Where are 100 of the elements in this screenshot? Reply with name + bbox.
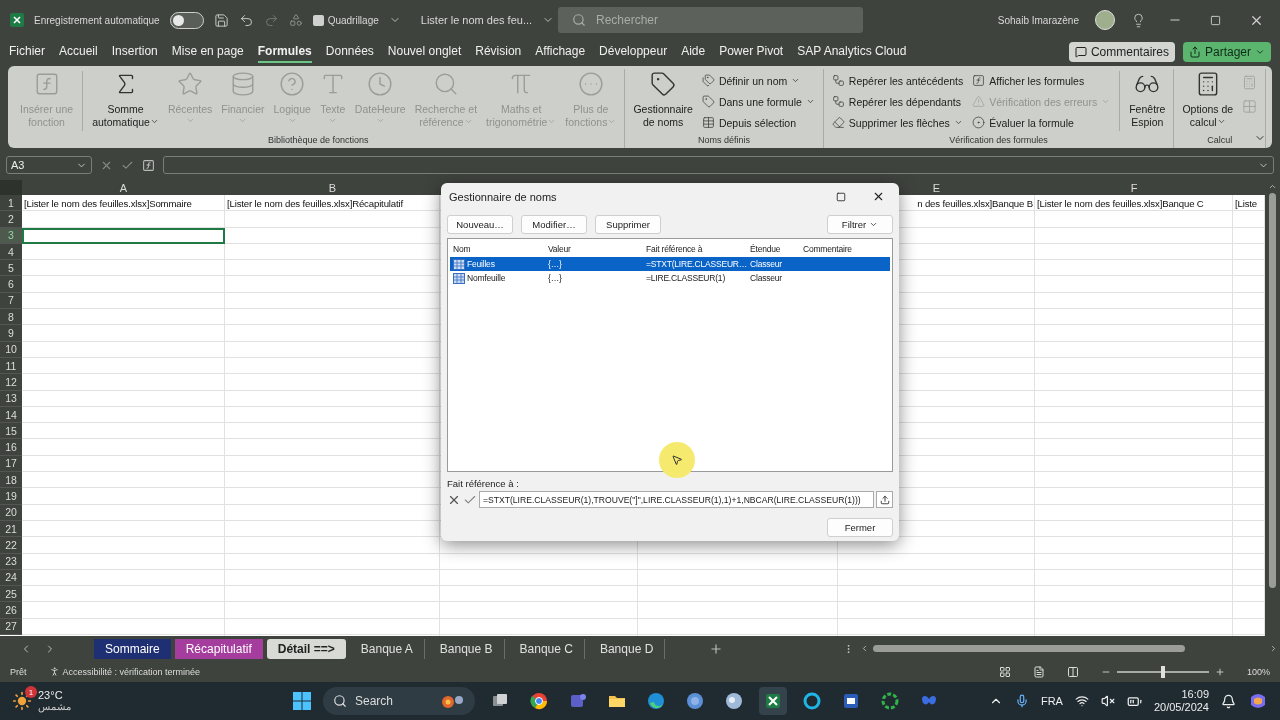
row-number[interactable]: 25: [0, 586, 22, 603]
row-number[interactable]: 15: [0, 423, 22, 440]
dialog-button[interactable]: Modifier…: [521, 215, 587, 234]
column-header[interactable]: E: [932, 181, 941, 194]
column-header[interactable]: Étendue: [747, 243, 781, 254]
row-number[interactable]: 22: [0, 537, 22, 554]
column-header[interactable]: F: [1130, 181, 1138, 194]
reference-field[interactable]: =STXT(LIRE.CLASSEUR(1),TROUVE("]",LIRE.CLASSEUR(1),1)+1,NBCAR(LIRE.CLASSEUR(1))): [479, 491, 874, 508]
ribbon-tab[interactable]: Mise en page: [171, 41, 244, 63]
ribbon-tab[interactable]: Formules: [257, 41, 312, 63]
close-dialog-button[interactable]: Fermer: [827, 518, 893, 537]
ribbon-button[interactable]: Somme automatique: [88, 69, 163, 131]
app-icon[interactable]: [685, 691, 705, 711]
windows-icon[interactable]: [292, 691, 312, 711]
column-header[interactable]: Nom: [450, 243, 471, 254]
accessibility-icon[interactable]: [48, 666, 60, 677]
ribbon-tab[interactable]: Données: [325, 41, 374, 63]
function-icon[interactable]: [142, 158, 155, 172]
bell-icon[interactable]: [1221, 693, 1236, 709]
normal-view-icon[interactable]: [998, 665, 1011, 678]
row-number[interactable]: 18: [0, 472, 22, 489]
taskbar-search[interactable]: Search: [323, 687, 475, 715]
zoom-thumb[interactable]: [1160, 665, 1165, 678]
column-header[interactable]: Commentaire: [800, 243, 852, 254]
sheet-tab[interactable]: Sommaire: [94, 638, 171, 659]
app-icon[interactable]: [724, 691, 744, 711]
collapse-dialog-button[interactable]: [876, 491, 893, 508]
selected-cell[interactable]: [22, 227, 225, 244]
share-button[interactable]: Partager: [1182, 42, 1271, 62]
row-number[interactable]: 8: [0, 309, 22, 326]
dialog-button[interactable]: Supprimer: [595, 215, 661, 234]
sheet-tab[interactable]: Banque B: [428, 638, 505, 659]
row-number[interactable]: 5: [0, 260, 22, 277]
ribbon-tab[interactable]: Insertion: [111, 41, 158, 63]
ribbon-button[interactable]: Définir un nom: [697, 70, 819, 91]
microphone-icon[interactable]: [1014, 694, 1029, 708]
name-row[interactable]: Feuilles {…} =STXT(LIRE.CLASSEUR… Classeur: [450, 257, 890, 271]
column-header[interactable]: Fait référence à: [643, 243, 703, 254]
wifi-icon[interactable]: [1074, 694, 1089, 708]
app-icon[interactable]: [802, 691, 822, 711]
sheet-tab[interactable]: Banque D: [588, 638, 666, 659]
speaker-muted-icon[interactable]: [1100, 694, 1115, 708]
ribbon-button[interactable]: Depuis sélection: [697, 112, 819, 133]
clock-date[interactable]: 20/05/2024: [1153, 701, 1209, 714]
column-header[interactable]: Valeur: [545, 243, 571, 254]
accessibility-status[interactable]: Accessibilité : vérification terminée: [62, 666, 201, 677]
page-layout-icon[interactable]: [1032, 665, 1045, 678]
ribbon-tab[interactable]: Accueil: [59, 41, 98, 63]
row-number[interactable]: 26: [0, 602, 22, 619]
language-indicator[interactable]: FRA: [1040, 695, 1063, 707]
gridlines-checkbox[interactable]: [312, 14, 324, 26]
comments-button[interactable]: Commentaires: [1068, 42, 1175, 62]
clock-time[interactable]: 16:09: [1181, 688, 1209, 701]
app-icon[interactable]: [529, 691, 549, 711]
ribbon-button[interactable]: Repérer les antécédents: [827, 70, 968, 91]
ribbon-button[interactable]: Supprimer les flèches: [827, 112, 968, 133]
dialog-button[interactable]: Nouveau…: [447, 215, 513, 234]
row-number[interactable]: 2: [0, 211, 22, 228]
ribbon-tab[interactable]: Aide: [681, 41, 706, 63]
ribbon-tab[interactable]: Affichage: [535, 41, 586, 63]
column-header[interactable]: B: [328, 181, 337, 194]
app-icon[interactable]: [763, 691, 783, 711]
ribbon-tab[interactable]: Révision: [475, 41, 522, 63]
row-number[interactable]: 16: [0, 439, 22, 456]
ribbon-tab[interactable]: Développeur: [599, 41, 668, 63]
row-number[interactable]: 12: [0, 374, 22, 391]
ribbon-button[interactable]: Afficher les formules: [968, 70, 1115, 91]
sheet-tab[interactable]: Récapitulatif: [174, 638, 263, 659]
shapes-icon[interactable]: [288, 13, 303, 27]
autosave-toggle[interactable]: [169, 11, 204, 29]
ribbon-button[interactable]: Repérer les dépendants: [827, 91, 968, 112]
ribbon-button[interactable]: Dans une formule: [697, 91, 819, 112]
column-header[interactable]: A: [119, 181, 128, 194]
name-box[interactable]: A3: [6, 156, 92, 174]
name-row[interactable]: Nomfeuille {…} =LIRE.CLASSEUR(1) Classeur: [450, 271, 890, 285]
row-number[interactable]: 19: [0, 488, 22, 505]
ribbon-tab[interactable]: SAP Analytics Cloud: [797, 41, 907, 63]
app-icon[interactable]: [646, 691, 666, 711]
zoom-in-icon[interactable]: [1214, 666, 1225, 677]
sheet-tab[interactable]: Détail ==>: [266, 638, 346, 659]
ribbon-button[interactable]: Évaluer la formule: [968, 112, 1115, 133]
undo-icon[interactable]: [238, 12, 254, 28]
save-icon[interactable]: [213, 12, 229, 28]
ribbon-button[interactable]: Fenêtre Espion: [1125, 69, 1170, 131]
scroll-right-icon[interactable]: [1269, 644, 1278, 653]
sheet-tab[interactable]: Banque A: [349, 638, 425, 659]
filter-button[interactable]: Filtrer: [827, 215, 893, 234]
zoom-slider[interactable]: [1116, 665, 1209, 678]
ribbon-tab[interactable]: Power Pivot: [719, 41, 784, 63]
avatar[interactable]: [1095, 10, 1115, 30]
document-title[interactable]: Lister le nom des feu...: [420, 14, 533, 26]
app-icon[interactable]: [841, 691, 861, 711]
sun-icon[interactable]: [12, 691, 32, 711]
row-number[interactable]: 6: [0, 276, 22, 293]
row-number[interactable]: 9: [0, 325, 22, 342]
ribbon-tab[interactable]: Nouvel onglet: [387, 41, 462, 63]
zoom-percent[interactable]: 100%: [1246, 666, 1270, 677]
ribbon-tab[interactable]: Fichier: [9, 41, 45, 63]
ribbon-button[interactable]: Options de calcul: [1178, 69, 1238, 131]
row-number[interactable]: 1: [0, 195, 22, 212]
